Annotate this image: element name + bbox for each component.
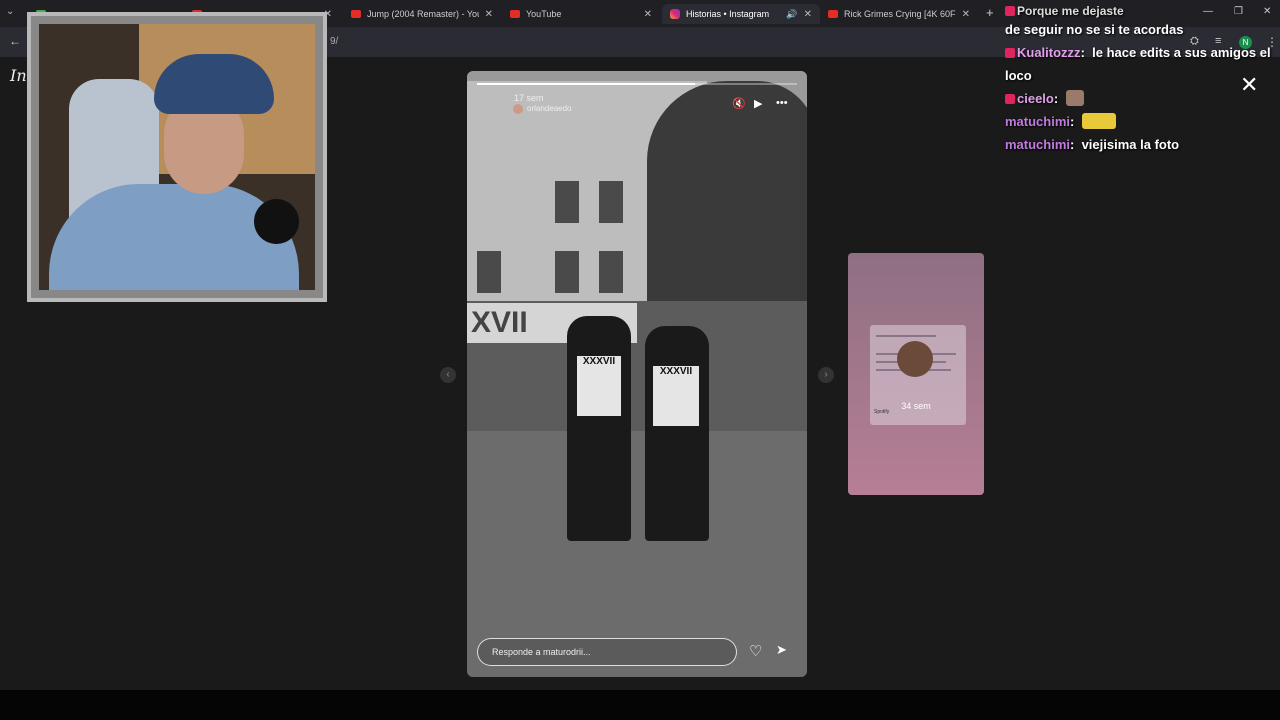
heart-badge-icon [1005, 48, 1015, 58]
youtube-tab-icon [828, 10, 838, 18]
story-progress-bar [477, 83, 797, 85]
tab-title: Rick Grimes Crying [4K 60FPS] [844, 9, 956, 19]
story-user-avatar[interactable] [513, 104, 523, 114]
chat-username: Kualitozzz [1017, 45, 1081, 60]
tab-title: YouTube [526, 9, 562, 19]
taskbar-strip [0, 690, 1280, 720]
close-icon[interactable]: ✕ [485, 9, 493, 20]
close-icon[interactable]: ✕ [644, 9, 652, 20]
webcam-video [39, 24, 315, 290]
shirt-print: XXXVII [577, 356, 621, 416]
new-tab-plus-icon[interactable]: + [986, 5, 994, 20]
story-progress-fill [477, 83, 695, 85]
tab-instagram[interactable]: Historias • Instagram 🔊 ✕ [662, 4, 820, 24]
microphone [254, 199, 299, 244]
close-icon[interactable]: ✕ [962, 9, 970, 20]
chat-username: matuchimi [1005, 137, 1071, 152]
next-story-avatar [897, 341, 933, 377]
story-viewer[interactable]: XVII XXXVII XXXVII 17 sem orlandeaedo 🔇 … [467, 71, 807, 677]
send-icon[interactable]: ➤ [776, 642, 787, 658]
chat-username: cieelo [1017, 91, 1054, 106]
pencil-badge-icon [1005, 94, 1015, 104]
minion-emote-icon [1081, 113, 1116, 129]
tab-search-chevron-icon[interactable]: ⌄ [6, 6, 14, 17]
tab-rick-grimes[interactable]: Rick Grimes Crying [4K 60FPS] ✕ [820, 4, 978, 24]
next-story-arrow-icon[interactable]: › [818, 367, 834, 383]
instagram-tab-icon [670, 9, 680, 19]
back-arrow-icon[interactable]: ← [9, 34, 21, 48]
reply-input[interactable]: Responde a maturodrii... [477, 638, 737, 666]
stream-chat-overlay: Porque me dejaste de seguir no se si te … [1005, 6, 1275, 156]
url-text[interactable]: 9/ [330, 36, 338, 47]
chat-text: viejisima la foto [1081, 137, 1180, 152]
more-options-icon[interactable]: ••• [776, 97, 788, 109]
next-story-time-ago: 34 sem [901, 401, 931, 411]
tab-title: Jump (2004 Remaster) - YouTub [367, 9, 479, 19]
instagram-logo[interactable]: In [10, 66, 27, 85]
heart-icon[interactable]: ♡ [749, 642, 762, 660]
chat-message: matuchimi: [1005, 110, 1275, 133]
youtube-tab-icon [510, 10, 520, 18]
chat-message: matuchimi: viejisima la foto [1005, 137, 1180, 152]
chat-message: cieelo: [1005, 87, 1275, 110]
mute-icon[interactable]: 🔇 [732, 97, 746, 110]
chat-emote-icon [1065, 90, 1084, 106]
previous-story-arrow-icon[interactable]: ‹ [440, 367, 456, 383]
story-username[interactable]: orlandeaedo [527, 104, 571, 113]
chat-message: de seguir no se si te acordas [1005, 22, 1184, 37]
webcam-overlay [27, 12, 327, 302]
tab-title: Historias • Instagram [686, 9, 770, 19]
next-story-preview[interactable]: 34 sem Spotify [848, 253, 984, 495]
close-icon[interactable]: ✕ [804, 9, 812, 20]
speaker-icon[interactable]: 🔊 [786, 9, 797, 20]
tab-youtube[interactable]: YouTube ✕ [502, 4, 660, 24]
youtube-tab-icon [351, 10, 361, 18]
tab-jump[interactable]: Jump (2004 Remaster) - YouTub ✕ [343, 4, 501, 24]
spotify-label: Spotify [874, 409, 890, 415]
shirt-print: XXXVII [653, 366, 699, 426]
chat-badge-icon [1005, 6, 1015, 16]
chat-message: Kualitozzz: le hace edits a sus amigos e… [1005, 45, 1271, 83]
chat-username: matuchimi [1005, 114, 1071, 129]
chat-message: Porque me dejaste [1005, 6, 1275, 18]
play-icon[interactable]: ▶ [754, 97, 762, 110]
story-time-ago: 17 sem [514, 93, 544, 103]
